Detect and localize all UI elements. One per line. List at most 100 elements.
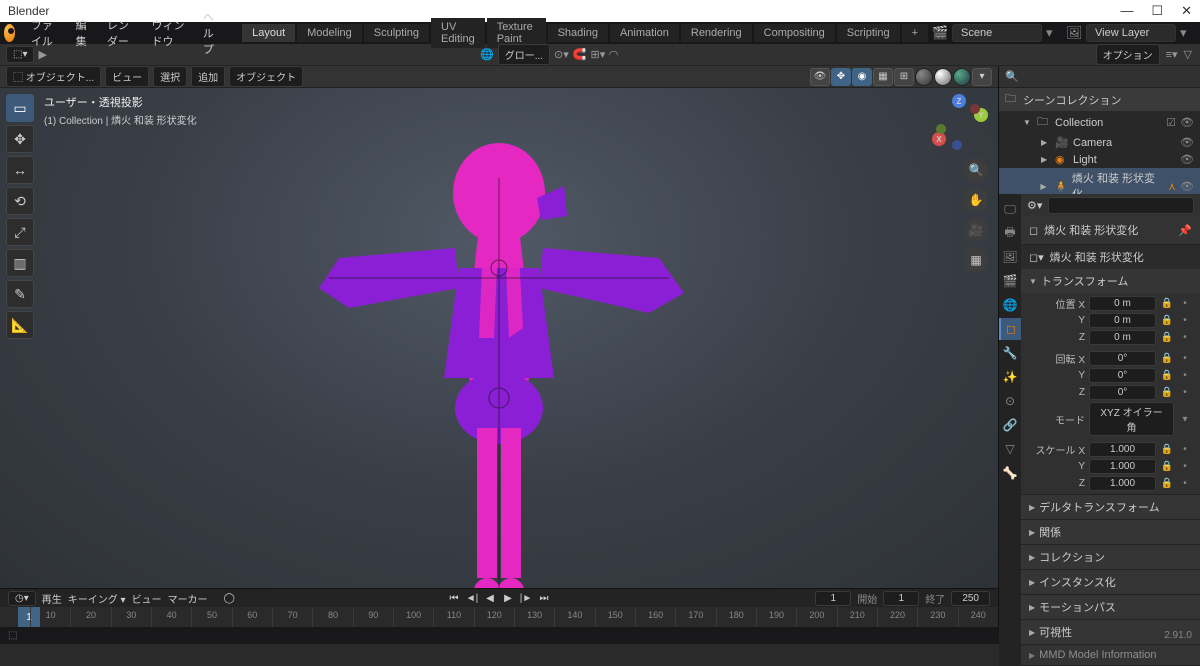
- outliner-scene-collection[interactable]: 🗀シーンコレクション: [999, 88, 1200, 111]
- tool-cursor[interactable]: ✥: [6, 125, 34, 153]
- tool-annotate[interactable]: ✎: [6, 280, 34, 308]
- breadcrumb[interactable]: ◻燐火 和装 形状変化📌: [1021, 216, 1200, 245]
- keyframe-next-icon[interactable]: |►: [518, 590, 534, 606]
- jump-end-icon[interactable]: ⏭: [536, 590, 552, 606]
- timeline-view-menu[interactable]: ビュー: [132, 591, 162, 606]
- lock-scale-x[interactable]: 🔒: [1160, 444, 1174, 455]
- lock-rot-x[interactable]: 🔒: [1160, 353, 1174, 364]
- scene-browse-icon[interactable]: ▾: [1046, 25, 1062, 41]
- options-button[interactable]: オプション: [1096, 44, 1160, 65]
- tab-rendering[interactable]: Rendering: [681, 24, 752, 42]
- object-menu[interactable]: オブジェクト: [229, 66, 303, 87]
- play-reverse-icon[interactable]: ◀: [482, 590, 498, 606]
- outliner-light[interactable]: ▶◉Light 👁: [999, 151, 1200, 168]
- rotation-y[interactable]: 0°: [1089, 368, 1156, 383]
- proptab-particles[interactable]: ✨: [999, 366, 1021, 388]
- gizmo-icon[interactable]: ✥: [831, 68, 851, 86]
- tab-scripting[interactable]: Scripting: [837, 24, 900, 42]
- proptab-output[interactable]: 🖶: [999, 222, 1021, 244]
- marker-menu[interactable]: マーカー: [168, 591, 208, 606]
- scene-field[interactable]: Scene: [952, 24, 1042, 42]
- material-shading[interactable]: [934, 68, 952, 86]
- orientation-icon[interactable]: 🌐: [480, 48, 494, 61]
- character-model[interactable]: [279, 138, 719, 588]
- selectability-icon[interactable]: 👁: [810, 68, 830, 86]
- tab-add[interactable]: +: [902, 24, 928, 42]
- location-z[interactable]: 0 m: [1089, 330, 1156, 345]
- panel-instancing[interactable]: インスタンス化: [1039, 574, 1116, 590]
- shading-dropdown[interactable]: ▾: [972, 68, 992, 86]
- rotation-mode[interactable]: XYZ オイラー角: [1089, 402, 1174, 436]
- panel-delta-transform[interactable]: デルタトランスフォーム: [1039, 499, 1159, 515]
- toggle-ortho-icon[interactable]: ▦: [964, 248, 988, 272]
- proptab-viewlayer[interactable]: 🖼: [999, 246, 1021, 268]
- cursor-tool-icon[interactable]: ▶: [38, 48, 46, 61]
- rotation-z[interactable]: 0°: [1089, 385, 1156, 400]
- tab-shading[interactable]: Shading: [548, 24, 608, 42]
- current-frame[interactable]: 1: [815, 591, 851, 606]
- filter-icon[interactable]: ▽: [1184, 48, 1192, 61]
- overlays-icon[interactable]: ◉: [852, 68, 872, 86]
- end-frame[interactable]: 250: [951, 591, 990, 606]
- snap-type-icon[interactable]: ⊞▾: [591, 48, 606, 61]
- minimize-button[interactable]: —: [1120, 3, 1133, 19]
- viewlayer-browse-icon[interactable]: ▾: [1180, 25, 1196, 41]
- tab-sculpting[interactable]: Sculpting: [364, 24, 429, 42]
- tool-rotate[interactable]: ⟲: [6, 187, 34, 215]
- outliner-camera[interactable]: ▶🎥Camera 👁: [999, 134, 1200, 151]
- panel-relations[interactable]: 関係: [1039, 524, 1061, 540]
- proptab-constraints[interactable]: 🔗: [999, 414, 1021, 436]
- menu-help[interactable]: ヘルプ: [195, 7, 231, 59]
- outliner-collection[interactable]: ▼🗀Collection ☑👁: [999, 111, 1200, 134]
- datablock-name[interactable]: 燐火 和装 形状変化: [1050, 249, 1144, 265]
- add-menu[interactable]: 追加: [191, 66, 225, 87]
- wireframe-shading[interactable]: ⊞: [894, 68, 914, 86]
- eye-icon[interactable]: 👁: [1180, 136, 1194, 149]
- scale-y[interactable]: 1.000: [1089, 459, 1156, 474]
- autokey-icon[interactable]: ◯: [224, 593, 235, 604]
- lock-scale-y[interactable]: 🔒: [1160, 461, 1174, 472]
- tool-move[interactable]: ↔: [6, 156, 34, 184]
- panel-motion-paths[interactable]: モーションパス: [1039, 599, 1116, 615]
- tab-uv[interactable]: UV Editing: [431, 18, 485, 48]
- proptab-world[interactable]: 🌐: [999, 294, 1021, 316]
- menu-edit[interactable]: 編集: [68, 15, 97, 51]
- editor-type-button[interactable]: ⬚▾: [6, 46, 34, 63]
- proportional-icon[interactable]: ◜◝: [609, 48, 618, 61]
- proptab-physics[interactable]: ⊙: [999, 390, 1021, 412]
- lock-loc-y[interactable]: 🔒: [1160, 315, 1174, 326]
- lock-loc-z[interactable]: 🔒: [1160, 332, 1174, 343]
- panel-collections[interactable]: コレクション: [1039, 549, 1105, 565]
- panel-mmd[interactable]: MMD Model Information: [1039, 649, 1156, 661]
- xray-icon[interactable]: ▦: [873, 68, 893, 86]
- blender-logo-icon[interactable]: [4, 24, 15, 42]
- close-button[interactable]: ✕: [1181, 3, 1192, 19]
- proptab-modifiers[interactable]: 🔧: [999, 342, 1021, 364]
- menu-render[interactable]: レンダー: [99, 15, 142, 51]
- pivot-icon[interactable]: ⊙▾: [554, 48, 569, 61]
- rotation-x[interactable]: 0°: [1089, 351, 1156, 366]
- scale-z[interactable]: 1.000: [1089, 476, 1156, 491]
- view-menu[interactable]: ビュー: [105, 66, 149, 87]
- rendered-shading[interactable]: [953, 68, 971, 86]
- tool-transform[interactable]: ▥: [6, 249, 34, 277]
- location-y[interactable]: 0 m: [1089, 313, 1156, 328]
- playback-menu[interactable]: 再生: [42, 591, 62, 606]
- menu-window[interactable]: ウィンドウ: [144, 15, 193, 51]
- nav-gizmo[interactable]: Z Y X: [932, 94, 988, 150]
- proptab-scene[interactable]: 🎬: [999, 270, 1021, 292]
- tool-scale[interactable]: ⤢: [6, 218, 34, 246]
- outliner-editor-icon[interactable]: ≡▾: [1166, 48, 1178, 61]
- lock-rot-y[interactable]: 🔒: [1160, 370, 1174, 381]
- play-icon[interactable]: ▶: [500, 590, 516, 606]
- tab-modeling[interactable]: Modeling: [297, 24, 362, 42]
- pin-icon[interactable]: 📌: [1178, 224, 1192, 237]
- outliner-search-icon[interactable]: 🔍: [1005, 70, 1019, 83]
- select-menu[interactable]: 選択: [153, 66, 187, 87]
- timeline-editor-icon[interactable]: ◷▾: [8, 591, 36, 606]
- snap-icon[interactable]: 🧲: [573, 48, 587, 61]
- keyframe-prev-icon[interactable]: ◄|: [464, 590, 480, 606]
- location-x[interactable]: 0 m: [1089, 296, 1156, 311]
- eye-icon[interactable]: 👁: [1180, 116, 1194, 129]
- eye-icon[interactable]: 👁: [1180, 153, 1194, 166]
